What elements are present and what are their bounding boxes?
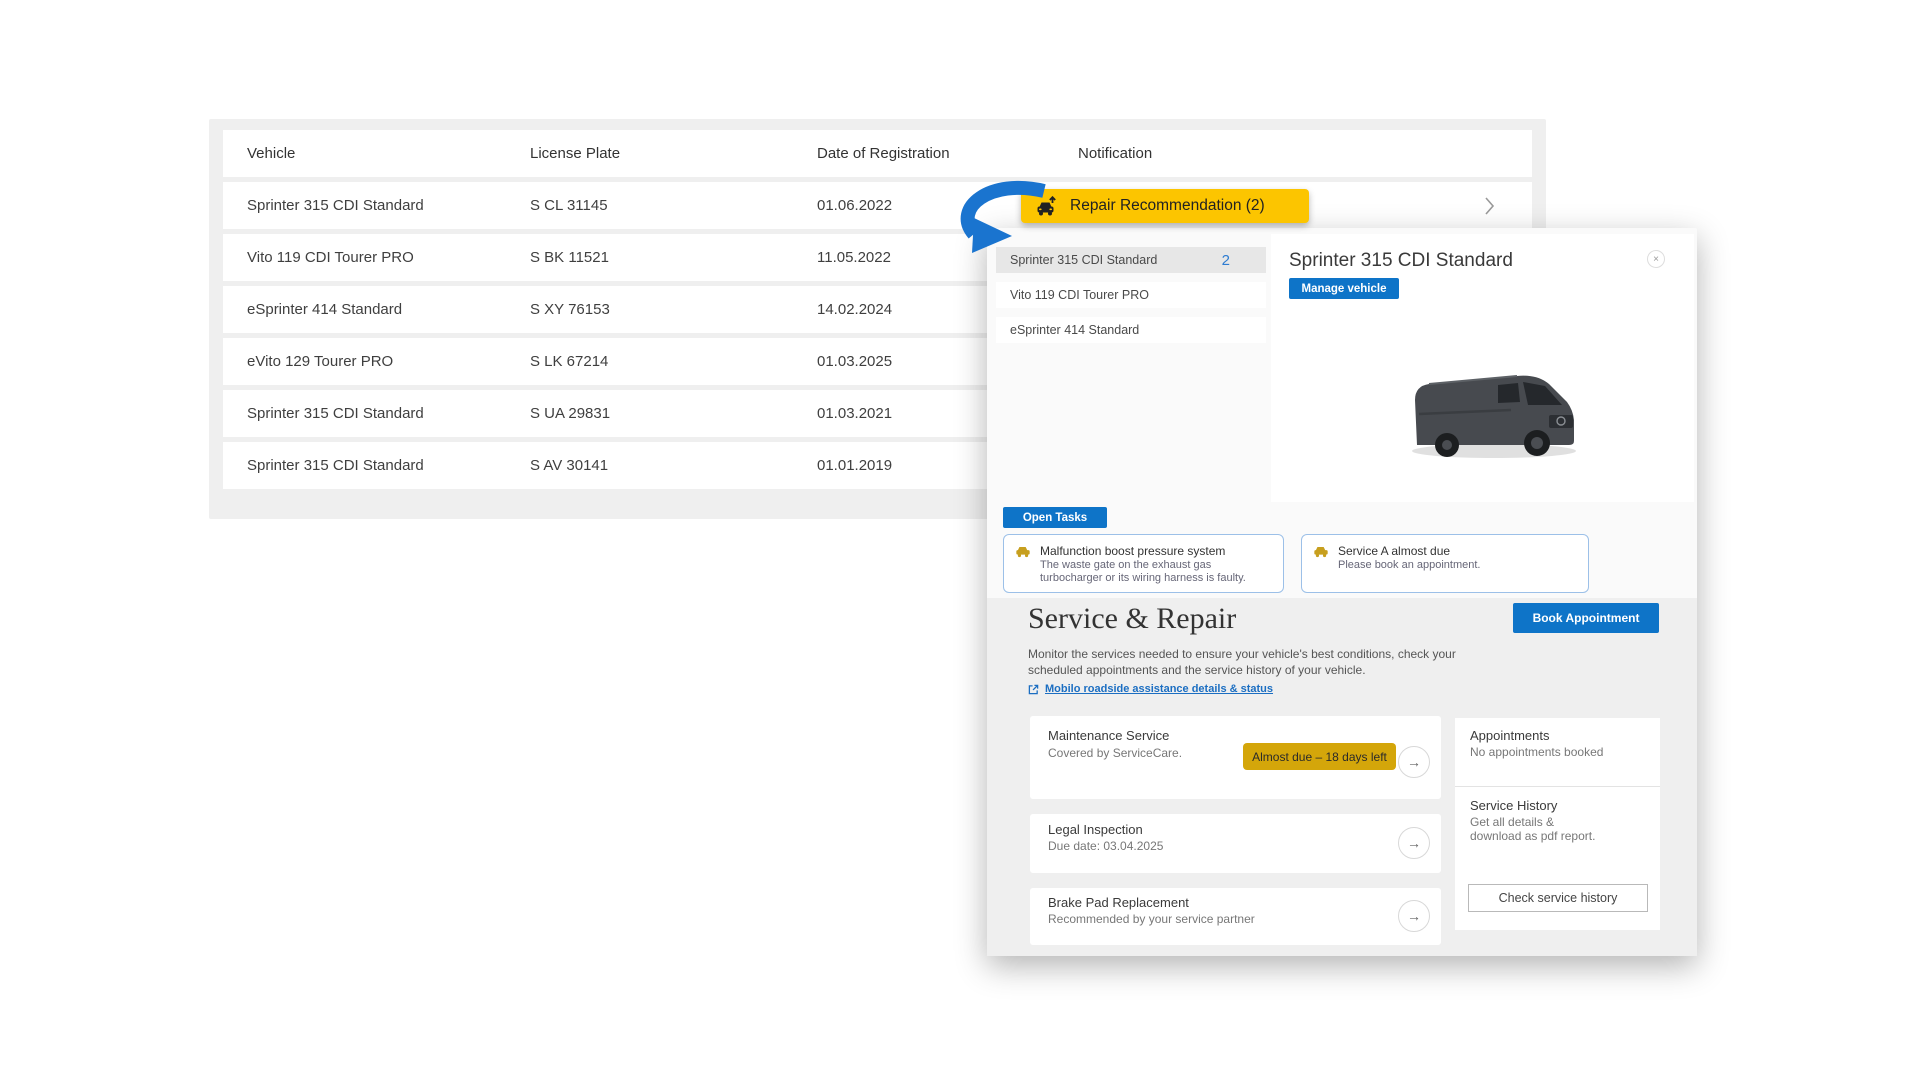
- service-item-title: Legal Inspection: [1048, 822, 1143, 837]
- repair-recommendation-badge[interactable]: Repair Recommendation (2): [1021, 189, 1309, 223]
- license-plate: S UA 29831: [530, 390, 610, 437]
- vehicle-name: Sprinter 315 CDI Standard: [247, 442, 424, 489]
- service-item-subtitle: Due date: 03.04.2025: [1048, 839, 1163, 853]
- vehicle-list-item[interactable]: eSprinter 414 Standard: [996, 317, 1266, 343]
- column-header-notification: Notification: [1078, 130, 1152, 177]
- vehicle-name: Sprinter 315 CDI Standard: [247, 182, 424, 229]
- registration-date: 01.06.2022: [817, 182, 892, 229]
- car-warning-icon: [1313, 545, 1329, 558]
- almost-due-badge: Almost due – 18 days left: [1243, 743, 1396, 770]
- car-notification-icon: [1036, 196, 1059, 216]
- vehicle-name: Sprinter 315 CDI Standard: [247, 390, 424, 437]
- license-plate: S CL 31145: [530, 182, 608, 229]
- service-history-title: Service History: [1470, 798, 1557, 813]
- repair-badge-label: Repair Recommendation (2): [1070, 197, 1265, 215]
- section-description: Monitor the services needed to ensure yo…: [1028, 647, 1456, 661]
- appointments-history-card: Appointments No appointments booked Serv…: [1455, 718, 1660, 930]
- vehicle-list-label: Sprinter 315 CDI Standard: [1010, 253, 1157, 267]
- vehicle-detail-panel: Sprinter 315 CDI Standard 2 Vito 119 CDI…: [987, 228, 1697, 956]
- column-header-date: Date of Registration: [817, 130, 950, 177]
- divider: [1455, 786, 1660, 787]
- registration-date: 11.05.2022: [817, 234, 891, 281]
- arrow-right-icon: →: [1407, 908, 1421, 924]
- license-plate: S LK 67214: [530, 338, 608, 385]
- task-card-malfunction[interactable]: Malfunction boost pressure system The wa…: [1003, 534, 1284, 593]
- vehicle-list-label: eSprinter 414 Standard: [1010, 323, 1139, 337]
- vehicle-list-label: Vito 119 CDI Tourer PRO: [1010, 288, 1149, 302]
- manage-vehicle-button[interactable]: Manage vehicle: [1289, 278, 1399, 299]
- service-item-arrow-button[interactable]: →: [1398, 746, 1430, 778]
- column-header-vehicle: Vehicle: [247, 130, 295, 177]
- van-image: [1399, 352, 1589, 462]
- service-repair-section: Service & Repair Book Appointment Monito…: [987, 598, 1697, 956]
- open-task-count-badge: 2: [1222, 247, 1230, 273]
- vehicle-list-item-selected[interactable]: Sprinter 315 CDI Standard 2: [996, 247, 1266, 273]
- vehicle-card: Sprinter 315 CDI Standard × Manage vehic…: [1271, 234, 1694, 502]
- vehicle-name: eVito 129 Tourer PRO: [247, 338, 393, 385]
- service-history-subtitle: download as pdf report.: [1470, 829, 1595, 843]
- column-header-license-plate: License Plate: [530, 130, 620, 177]
- task-body: The waste gate on the exhaust gas turboc…: [1040, 559, 1246, 584]
- service-item-title: Brake Pad Replacement: [1048, 895, 1189, 910]
- vehicle-card-title: Sprinter 315 CDI Standard: [1289, 250, 1513, 272]
- registration-date: 01.03.2021: [817, 390, 892, 437]
- service-item-title: Maintenance Service: [1048, 728, 1169, 743]
- license-plate: S AV 30141: [530, 442, 608, 489]
- page: Vehicle License Plate Date of Registrati…: [0, 0, 1920, 1080]
- registration-date: 01.01.2019: [817, 442, 892, 489]
- service-item-arrow-button[interactable]: →: [1398, 827, 1430, 859]
- task-title: Malfunction boost pressure system: [1040, 544, 1225, 558]
- mobilo-assistance-link[interactable]: Mobilo roadside assistance details & sta…: [1028, 683, 1273, 695]
- section-title: Service & Repair: [1028, 602, 1236, 636]
- car-warning-icon: [1015, 545, 1031, 558]
- service-item-maintenance[interactable]: Maintenance Service Covered by ServiceCa…: [1030, 716, 1441, 799]
- close-icon: ×: [1653, 254, 1659, 265]
- check-service-history-button[interactable]: Check service history: [1468, 884, 1648, 912]
- service-item-arrow-button[interactable]: →: [1398, 900, 1430, 932]
- arrow-right-icon: →: [1407, 835, 1421, 851]
- license-plate: S BK 11521: [530, 234, 609, 281]
- service-item-legal-inspection[interactable]: Legal Inspection Due date: 03.04.2025 →: [1030, 814, 1441, 873]
- task-title: Service A almost due: [1338, 544, 1450, 558]
- close-button[interactable]: ×: [1647, 250, 1665, 268]
- registration-date: 01.03.2025: [817, 338, 892, 385]
- service-item-subtitle: Covered by ServiceCare.: [1048, 746, 1182, 760]
- task-body: Please book an appointment.: [1338, 559, 1481, 572]
- vehicle-name: eSprinter 414 Standard: [247, 286, 402, 333]
- appointments-title: Appointments: [1470, 728, 1550, 743]
- table-header-row: Vehicle License Plate Date of Registrati…: [223, 130, 1532, 177]
- service-history-subtitle: Get all details &: [1470, 815, 1554, 829]
- service-item-subtitle: Recommended by your service partner: [1048, 912, 1255, 926]
- registration-date: 14.02.2024: [817, 286, 892, 333]
- book-appointment-button[interactable]: Book Appointment: [1513, 603, 1659, 633]
- license-plate: S XY 76153: [530, 286, 610, 333]
- vehicle-list-item[interactable]: Vito 119 CDI Tourer PRO: [996, 282, 1266, 308]
- external-link-icon: [1028, 684, 1039, 695]
- task-card-service-due[interactable]: Service A almost due Please book an appo…: [1301, 534, 1589, 593]
- arrow-right-icon: →: [1407, 754, 1421, 770]
- open-tasks-button[interactable]: Open Tasks: [1003, 507, 1107, 528]
- service-item-brake-pads[interactable]: Brake Pad Replacement Recommended by you…: [1030, 888, 1441, 945]
- appointments-subtitle: No appointments booked: [1470, 745, 1603, 759]
- row-chevron-button[interactable]: [1475, 182, 1505, 229]
- table-row[interactable]: Sprinter 315 CDI Standard S CL 31145 01.…: [223, 182, 1532, 229]
- vehicle-name: Vito 119 CDI Tourer PRO: [247, 234, 414, 281]
- section-description: scheduled appointments and the service h…: [1028, 663, 1366, 677]
- chevron-right-icon: [1485, 197, 1495, 215]
